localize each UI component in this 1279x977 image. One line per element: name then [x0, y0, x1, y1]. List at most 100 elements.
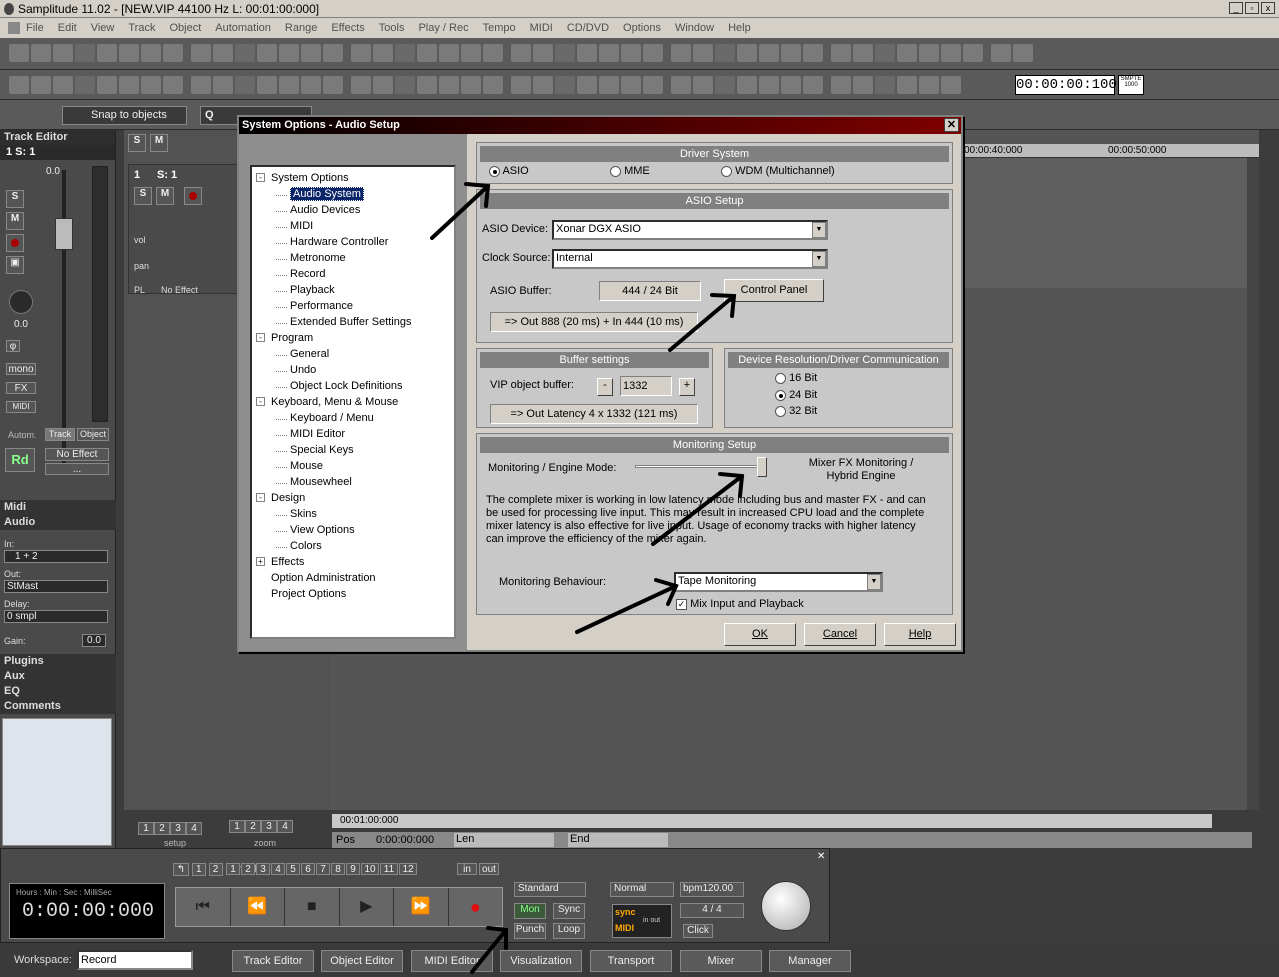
- menu-item[interactable]: Effects: [331, 22, 364, 34]
- driver-wdm-option[interactable]: WDM (Multichannel): [721, 165, 835, 177]
- toolbar-icon[interactable]: [141, 44, 161, 62]
- menu-item[interactable]: Range: [285, 22, 317, 34]
- toolbar-icon[interactable]: [781, 76, 801, 94]
- vip-buffer-field[interactable]: 1332: [620, 376, 672, 396]
- midi-button[interactable]: MIDI: [6, 401, 36, 413]
- track-header[interactable]: 1 S: 1 S M vol pan PL No Effect: [128, 164, 238, 295]
- toolbar-icon[interactable]: [963, 44, 983, 62]
- toolbar-icon[interactable]: [301, 44, 321, 62]
- tree-item[interactable]: Record: [276, 268, 325, 280]
- zoom-presets[interactable]: 1234: [229, 820, 293, 833]
- out-marker[interactable]: out: [479, 863, 499, 875]
- lock-icon[interactable]: ▣: [6, 256, 24, 274]
- track-selector[interactable]: 1 S: 1: [0, 145, 115, 160]
- tree-item[interactable]: Mouse: [276, 460, 323, 472]
- marker-number-button[interactable]: 9: [346, 863, 360, 875]
- toolbar-icon[interactable]: [163, 44, 183, 62]
- record-arm-button[interactable]: [6, 234, 24, 252]
- toolbar-icon[interactable]: [235, 76, 255, 94]
- chevron-down-icon[interactable]: ▼: [867, 574, 881, 590]
- object-toggle[interactable]: Object: [77, 428, 109, 441]
- global-solo-button[interactable]: S: [128, 134, 146, 152]
- menu-item[interactable]: Options: [623, 22, 661, 34]
- track-toggle[interactable]: Track: [45, 428, 75, 441]
- bpm-field[interactable]: bpm120.00: [680, 882, 744, 897]
- record-button[interactable]: ●: [449, 888, 503, 926]
- smpte-display[interactable]: SMPTE 1000: [1118, 75, 1144, 95]
- bit24-radio[interactable]: [775, 389, 786, 401]
- mute-button[interactable]: M: [6, 212, 24, 230]
- collapse-icon[interactable]: -: [256, 333, 265, 342]
- marker-number-button[interactable]: 4: [271, 863, 285, 875]
- toolbar-icon[interactable]: [141, 76, 161, 94]
- wdm-radio[interactable]: [721, 165, 732, 177]
- toolbar-icon[interactable]: [75, 44, 95, 62]
- buffer-decrease-button[interactable]: -: [597, 378, 613, 396]
- toolbar-icon[interactable]: [53, 44, 73, 62]
- toolbar-icon[interactable]: [831, 44, 851, 62]
- effect-slot[interactable]: No Effect: [45, 448, 109, 461]
- snap-select[interactable]: Snap to objects: [62, 106, 187, 125]
- menu-item[interactable]: CD/DVD: [567, 22, 609, 34]
- eq-section-header[interactable]: EQ: [0, 684, 116, 699]
- delay-field[interactable]: 0 smpl: [4, 610, 108, 623]
- tree-item[interactable]: + Effects: [256, 556, 304, 568]
- tree-item[interactable]: Mousewheel: [276, 476, 352, 488]
- toolbar-icon[interactable]: [737, 44, 757, 62]
- track-fx-slot[interactable]: No Effect: [161, 285, 198, 295]
- menu-item[interactable]: Tools: [379, 22, 405, 34]
- loop-button[interactable]: Loop: [553, 923, 585, 939]
- tree-item[interactable]: Object Lock Definitions: [276, 380, 403, 392]
- toolbar-icon[interactable]: [897, 76, 917, 94]
- time-signature[interactable]: 4 / 4: [680, 903, 744, 918]
- tree-item[interactable]: Option Administration: [271, 572, 376, 584]
- driver-asio-option[interactable]: ASIO: [489, 165, 529, 177]
- toolbar-icon[interactable]: [395, 76, 415, 94]
- options-tree[interactable]: - System Options Audio System Audio Devices…: [250, 165, 456, 639]
- toolbar-icon[interactable]: [533, 76, 553, 94]
- read-mode-button[interactable]: Rd: [5, 448, 35, 472]
- pan-knob[interactable]: [9, 290, 33, 314]
- tree-item[interactable]: - Keyboard, Menu & Mouse: [256, 396, 398, 408]
- checkbox-checked-icon[interactable]: ✓: [676, 598, 687, 610]
- menu-item[interactable]: Object: [169, 22, 201, 34]
- toolbar-icon[interactable]: [875, 76, 895, 94]
- tree-item[interactable]: Undo: [276, 364, 316, 376]
- menu-item[interactable]: Play / Rec: [418, 22, 468, 34]
- toolbar-icon[interactable]: [97, 76, 117, 94]
- rewind-button[interactable]: ⏪: [231, 888, 285, 926]
- toolbar-icon[interactable]: [483, 76, 503, 94]
- toolbar-icon[interactable]: [671, 76, 691, 94]
- bit32-radio[interactable]: [775, 405, 786, 417]
- collapse-icon[interactable]: -: [256, 493, 265, 502]
- collapse-icon[interactable]: -: [256, 173, 265, 182]
- tree-item[interactable]: Keyboard / Menu: [276, 412, 374, 424]
- sync-button[interactable]: Sync: [553, 903, 585, 919]
- toolbar-icon[interactable]: [119, 76, 139, 94]
- tree-item[interactable]: Skins: [276, 508, 317, 520]
- toolbar-icon[interactable]: [31, 44, 51, 62]
- toolbar-icon[interactable]: [235, 44, 255, 62]
- midi-section-header[interactable]: Midi: [0, 500, 116, 515]
- marker-number-button[interactable]: 3: [256, 863, 270, 875]
- normal-select[interactable]: Normal: [610, 882, 674, 897]
- toolbar-icon[interactable]: [213, 44, 233, 62]
- marker-num[interactable]: 1: [191, 863, 206, 876]
- marker-number-button[interactable]: 5: [286, 863, 300, 875]
- tree-item[interactable]: Performance: [276, 300, 353, 312]
- mix-input-option[interactable]: ✓ Mix Input and Playback: [676, 598, 804, 610]
- end-field[interactable]: End: [568, 833, 668, 847]
- toolbar-icon[interactable]: [511, 76, 531, 94]
- workspace-tab[interactable]: Transport: [590, 950, 672, 972]
- toolbar-icon[interactable]: [439, 44, 459, 62]
- clock-source-select[interactable]: Internal ▼: [552, 249, 828, 269]
- bottom-time-ruler[interactable]: 00:01:00:000: [332, 814, 1212, 828]
- toolbar-icon[interactable]: [803, 44, 823, 62]
- effect-more[interactable]: ...: [45, 463, 109, 475]
- tree-item[interactable]: MIDI: [276, 220, 313, 232]
- toolbar-icon[interactable]: [853, 76, 873, 94]
- help-button[interactable]: Help: [884, 623, 956, 646]
- toolbar-icon[interactable]: [373, 76, 393, 94]
- standard-select[interactable]: Standard: [514, 882, 586, 897]
- toolbar-icon[interactable]: [715, 44, 735, 62]
